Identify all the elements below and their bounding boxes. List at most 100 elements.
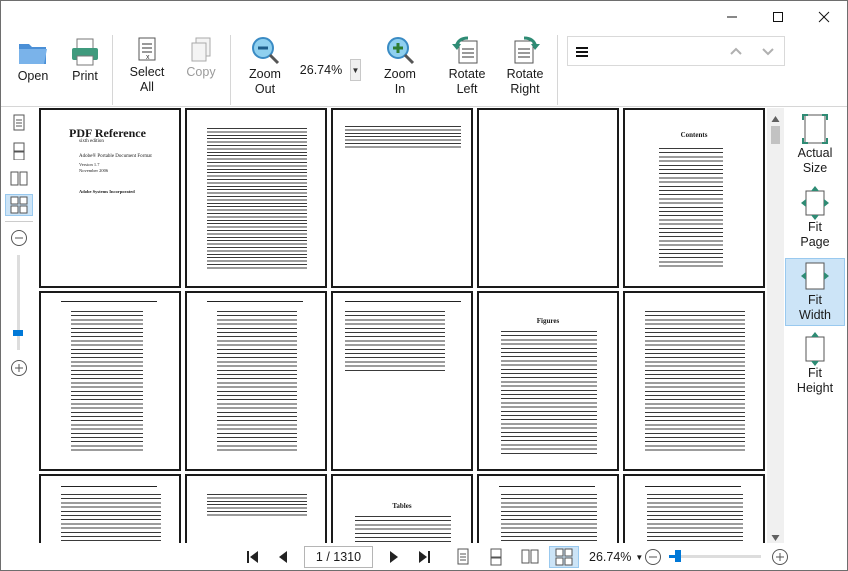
fit-sidebar: Actual Size Fit Page Fit Width Fit Heigh… [785,108,847,543]
zoom-dropdown-button[interactable]: ▼ [350,59,361,81]
page-header-rule [499,484,595,487]
menu-button[interactable] [574,44,590,60]
page-thumbnail[interactable]: Tables [331,474,473,543]
zoom-out-button[interactable]: Zoom Out [243,35,287,97]
copy-label: Copy [186,65,216,79]
actual-size-button[interactable]: Actual Size [785,112,845,178]
page-title: Contents [680,131,708,139]
last-page-button[interactable] [413,546,435,568]
print-button[interactable]: Print [65,35,105,84]
page-number-input[interactable]: 1 / 1310 [304,546,373,568]
first-page-button[interactable] [242,546,264,568]
search-next-button[interactable] [760,43,776,59]
status-single-page-button[interactable] [452,546,474,568]
fit-page-button[interactable]: Fit Page [785,186,845,252]
scroll-thumb[interactable] [771,126,780,144]
scroll-down-button[interactable] [771,531,780,541]
status-zoom-in-button[interactable] [769,546,791,568]
previous-page-button[interactable] [272,546,294,568]
arrow-up-icon [771,116,780,122]
page-thumbnail[interactable] [623,291,765,471]
fit-width-label: Fit Width [799,293,831,322]
search-previous-button[interactable] [728,43,744,59]
next-page-button[interactable] [383,546,405,568]
open-button[interactable]: Open [11,35,55,84]
page-thumbnail[interactable] [39,474,181,543]
rotate-left-icon [452,36,478,64]
page-text-block [645,311,745,451]
printer-icon [72,38,98,66]
page-thumbnail[interactable] [331,291,473,471]
zoom-in-label: Zoom In [384,67,416,96]
page-text-block [345,126,461,150]
fit-height-button[interactable]: Fit Height [785,332,845,400]
page-thumbnail[interactable] [331,108,473,288]
sidebar-zoom-in-button[interactable] [10,359,28,377]
facing-view-button[interactable] [5,168,33,190]
zoom-value: 26.74% [299,63,343,77]
previous-page-icon [279,551,287,563]
select-all-button[interactable]: x Select All [125,35,169,95]
page-title: Tables [392,502,412,510]
sidebar-zoom-out-button[interactable] [10,229,28,247]
single-page-view-button[interactable] [5,112,33,134]
page-thumbnail[interactable]: Contents [623,108,765,288]
maximize-button[interactable] [755,1,801,33]
page-text-block [207,128,307,270]
toolbar-separator [557,35,558,105]
minimize-button[interactable] [709,1,755,33]
page-header-rule [345,299,461,302]
page-text-block [61,494,161,543]
minimize-icon [727,16,737,18]
status-zoom-out-button[interactable] [642,546,664,568]
close-icon [818,11,830,23]
page-header-rule [61,299,157,302]
fit-width-button[interactable]: Fit Width [785,258,845,326]
status-zoom-combobox[interactable]: 26.74% ▼ [585,546,643,568]
search-input[interactable] [596,41,726,61]
single-page-icon [457,548,469,565]
rotate-right-label: Rotate Right [506,67,544,96]
vertical-scrollbar[interactable] [767,108,784,543]
layout-sidebar [1,108,37,543]
page-thumbnail[interactable]: PDF Reference sixth edition Adobe® Porta… [39,108,181,288]
status-facing-continuous-button[interactable] [549,546,579,568]
continuous-view-button[interactable] [5,140,33,162]
page-thumbnail[interactable] [477,474,619,543]
page-thumbnail[interactable] [185,291,327,471]
zoom-in-button[interactable]: Zoom In [378,35,422,97]
scroll-up-button[interactable] [771,112,780,122]
page-thumbnail[interactable] [185,474,327,543]
status-zoom-value: 26.74% [589,550,632,564]
page-thumbnail[interactable] [185,108,327,288]
status-continuous-button[interactable] [485,546,507,568]
facing-continuous-view-button[interactable] [5,194,33,216]
page-thumbnail[interactable] [623,474,765,543]
app-window: Open Print x Select All Copy Zoom Out 26… [0,0,848,571]
status-zoom-slider-track[interactable] [669,555,761,558]
fit-page-label: Fit Page [800,220,830,249]
page-text: Version 1.7 [79,162,100,167]
first-page-icon [247,551,258,563]
zoom-out-label: Zoom Out [249,67,281,96]
toolbar-divider [1,106,847,107]
facing-continuous-icon [10,196,28,214]
page-thumbnail[interactable] [39,291,181,471]
document-viewer[interactable]: PDF Reference sixth edition Adobe® Porta… [37,108,767,543]
page-thumbnail[interactable]: Figures [477,291,619,471]
zoom-combobox[interactable]: 26.74% ▼ [292,59,372,81]
rotate-left-button[interactable]: Rotate Left [445,35,489,97]
chevron-down-icon: ▼ [351,65,360,75]
copy-button[interactable]: Copy [181,35,221,80]
status-facing-button[interactable] [519,546,541,568]
status-zoom-slider-thumb[interactable] [675,550,681,562]
page-text-block [501,331,597,455]
rotate-right-button[interactable]: Rotate Right [503,35,547,97]
chevron-up-icon [730,47,742,55]
page-header-rule [61,484,157,487]
zoom-slider-thumb[interactable] [13,330,23,336]
close-button[interactable] [801,1,847,33]
status-bar: 1 / 1310 26.74% ▼ [1,543,847,570]
folder-open-icon [19,44,47,64]
page-thumbnail[interactable] [477,108,619,288]
